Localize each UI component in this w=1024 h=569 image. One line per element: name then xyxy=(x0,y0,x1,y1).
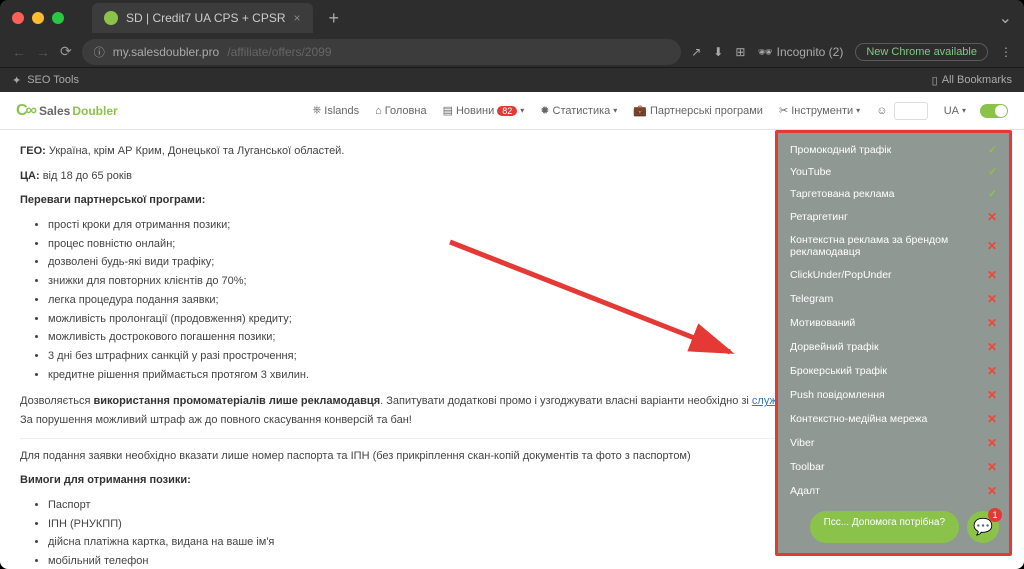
nav-news[interactable]: ▤Новини 82▾ xyxy=(435,104,533,117)
traffic-type-label: YouTube xyxy=(790,166,831,178)
address-bar: ← → ⟳ ⓘ my.salesdoubler.pro/affiliate/of… xyxy=(0,36,1024,68)
nav-islands[interactable]: ⎈Islands xyxy=(304,104,367,117)
cross-icon: ✕ xyxy=(987,239,997,253)
nav-back-button[interactable]: ← xyxy=(12,44,26,60)
extension-icon[interactable]: ✦ xyxy=(12,74,21,87)
update-button[interactable]: New Chrome available xyxy=(855,43,988,61)
bookmark-seo-tools[interactable]: SEO Tools xyxy=(27,74,79,86)
anchor-icon: ⎈ xyxy=(312,104,321,117)
chat-badge: 1 xyxy=(988,508,1002,522)
cross-icon: ✕ xyxy=(987,210,997,224)
traffic-type-label: Мотивований xyxy=(790,317,855,329)
traffic-type-label: Адалт xyxy=(790,485,820,497)
traffic-type-row: Контекстна реклама за брендом рекламодав… xyxy=(778,229,1009,263)
traffic-type-row: Контекстно-медійна мережа ✕ xyxy=(778,407,1009,431)
cross-icon: ✕ xyxy=(987,292,997,306)
site-info-icon[interactable]: ⓘ xyxy=(94,44,105,60)
extensions-icon[interactable]: ⊞ xyxy=(735,45,745,59)
check-icon: ✓ xyxy=(988,144,997,156)
browser-tab[interactable]: SD | Credit7 UA CPS + CPSR × xyxy=(92,3,313,33)
cross-icon: ✕ xyxy=(987,436,997,450)
traffic-type-row: Toolbar ✕ xyxy=(778,455,1009,479)
traffic-type-row: Viber ✕ xyxy=(778,431,1009,455)
bookmarks-bar: ✦ SEO Tools ▯ All Bookmarks xyxy=(0,68,1024,92)
traffic-type-label: Telegram xyxy=(790,293,833,305)
logo[interactable]: C∞ SalesDoubler xyxy=(16,102,118,120)
traffic-type-label: Промокодний трафік xyxy=(790,144,891,156)
traffic-type-row: Мотивований ✕ xyxy=(778,311,1009,335)
logo-icon: C∞ xyxy=(16,102,35,120)
traffic-type-row: ClickUnder/PopUnder ✕ xyxy=(778,263,1009,287)
chevron-down-icon[interactable]: ⌄ xyxy=(999,8,1012,28)
url-path: /affiliate/offers/2099 xyxy=(227,45,331,59)
incognito-icon: 🕶 xyxy=(757,45,772,59)
window-titlebar: SD | Credit7 UA CPS + CPSR × + ⌄ xyxy=(0,0,1024,36)
traffic-type-label: Viber xyxy=(790,437,814,449)
url-host: my.salesdoubler.pro xyxy=(113,45,220,59)
download-icon[interactable]: ⬇ xyxy=(713,45,723,59)
tab-close-icon[interactable]: × xyxy=(294,11,301,25)
nav-lang[interactable]: UA▾ xyxy=(936,105,974,117)
briefcase-icon: 💼 xyxy=(633,104,647,117)
cross-icon: ✕ xyxy=(987,316,997,330)
traffic-type-row: YouTube ✓ xyxy=(778,161,1009,183)
nav-partner[interactable]: 💼Партнерські програми xyxy=(625,104,771,117)
user-icon: ☺ xyxy=(876,105,887,117)
incognito-badge[interactable]: 🕶 Incognito (2) xyxy=(757,45,843,59)
traffic-type-label: Toolbar xyxy=(790,461,824,473)
cross-icon: ✕ xyxy=(987,268,997,282)
traffic-type-label: Таргетована реклама xyxy=(790,188,895,200)
all-bookmarks-button[interactable]: All Bookmarks xyxy=(942,74,1012,86)
nav-tools[interactable]: ✂Інструменти▾ xyxy=(771,104,868,117)
traffic-type-row: Адалт ✕ xyxy=(778,479,1009,503)
traffic-type-row: Push повідомлення ✕ xyxy=(778,383,1009,407)
traffic-type-label: Контекстно-медійна мережа xyxy=(790,413,927,425)
traffic-type-label: Push повідомлення xyxy=(790,389,885,401)
chart-icon: ✹ xyxy=(540,104,549,117)
traffic-types-panel: Промокодний трафік✓YouTube✓Таргетована р… xyxy=(775,130,1012,556)
wrench-icon: ✂ xyxy=(779,104,788,117)
cross-icon: ✕ xyxy=(987,340,997,354)
traffic-type-label: ClickUnder/PopUnder xyxy=(790,269,892,281)
news-icon: ▤ xyxy=(443,104,453,117)
cross-icon: ✕ xyxy=(987,412,997,426)
cross-icon: ✕ xyxy=(987,460,997,474)
traffic-type-row: Брокерський трафік ✕ xyxy=(778,359,1009,383)
tab-title: SD | Credit7 UA CPS + CPSR xyxy=(126,11,286,25)
nav-forward-button[interactable]: → xyxy=(36,44,50,60)
traffic-type-row: Telegram ✕ xyxy=(778,287,1009,311)
folder-icon: ▯ xyxy=(932,74,938,87)
traffic-type-row: Дорвейний трафік ✕ xyxy=(778,335,1009,359)
traffic-type-row: Промокодний трафік ✓ xyxy=(778,139,1009,161)
menu-icon[interactable]: ⋮ xyxy=(1000,45,1012,59)
traffic-type-label: Брокерський трафік xyxy=(790,365,887,377)
check-icon: ✓ xyxy=(988,188,997,200)
theme-toggle[interactable] xyxy=(980,104,1008,118)
cross-icon: ✕ xyxy=(987,484,997,498)
nav-home[interactable]: ⌂Головна xyxy=(367,105,434,117)
nav-stats[interactable]: ✹Статистика▾ xyxy=(532,104,625,117)
traffic-type-label: Ретаргетинг xyxy=(790,211,848,223)
nav-reload-button[interactable]: ⟳ xyxy=(60,43,72,60)
new-tab-button[interactable]: + xyxy=(329,8,340,29)
check-icon: ✓ xyxy=(988,166,997,178)
home-icon: ⌂ xyxy=(375,105,382,117)
cross-icon: ✕ xyxy=(987,364,997,378)
news-badge: 82 xyxy=(497,106,517,116)
chat-button[interactable]: 💬 1 xyxy=(967,511,999,543)
tab-favicon xyxy=(104,11,118,25)
share-icon[interactable]: ↗ xyxy=(691,45,701,59)
traffic-type-row: Ретаргетинг ✕ xyxy=(778,205,1009,229)
traffic-type-label: Дорвейний трафік xyxy=(790,341,879,353)
window-maximize-button[interactable] xyxy=(52,12,64,24)
url-input[interactable]: ⓘ my.salesdoubler.pro/affiliate/offers/2… xyxy=(82,39,681,65)
traffic-type-row: Таргетована реклама ✓ xyxy=(778,183,1009,205)
window-minimize-button[interactable] xyxy=(32,12,44,24)
help-button[interactable]: Псс... Допомога потрібна? xyxy=(810,511,959,543)
traffic-type-label: Контекстна реклама за брендом рекламодав… xyxy=(790,234,987,258)
cross-icon: ✕ xyxy=(987,388,997,402)
nav-user[interactable]: ☺ xyxy=(868,102,936,120)
site-topnav: C∞ SalesDoubler ⎈Islands ⌂Головна ▤Новин… xyxy=(0,92,1024,130)
window-close-button[interactable] xyxy=(12,12,24,24)
